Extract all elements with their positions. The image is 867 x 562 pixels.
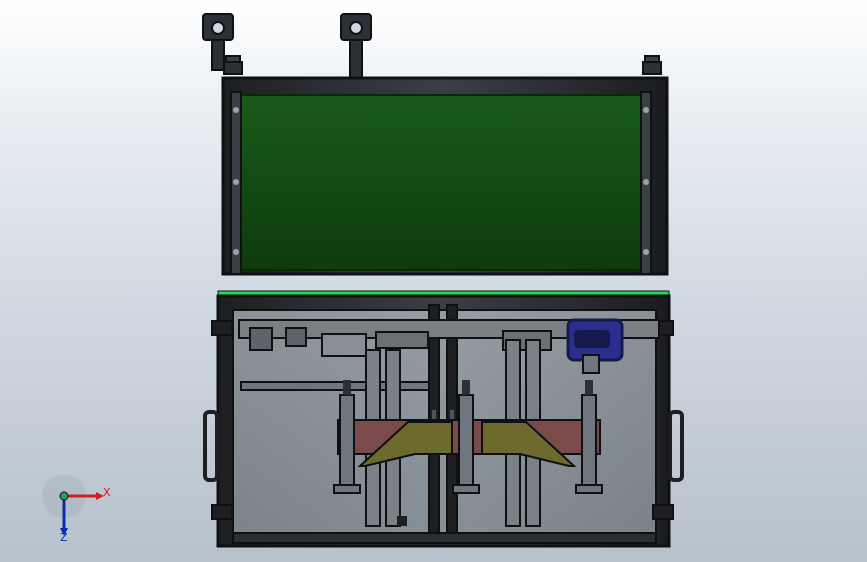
top-hanging-bracket-right[interactable] [340, 13, 372, 79]
upper-green-panel[interactable] [240, 94, 642, 271]
axis-label-x: X [103, 486, 111, 499]
assembly-view[interactable] [0, 0, 867, 562]
cad-viewport[interactable]: X Z [0, 0, 867, 562]
upper-left-mount[interactable] [223, 55, 243, 75]
orientation-triad[interactable] [42, 474, 104, 536]
left-door-handle[interactable] [203, 410, 219, 482]
right-door-handle[interactable] [668, 410, 684, 482]
axis-label-z: Z [60, 531, 68, 544]
upper-right-mount[interactable] [642, 55, 662, 75]
lower-cabinet[interactable] [203, 294, 684, 548]
upper-cabinet[interactable] [221, 55, 669, 276]
